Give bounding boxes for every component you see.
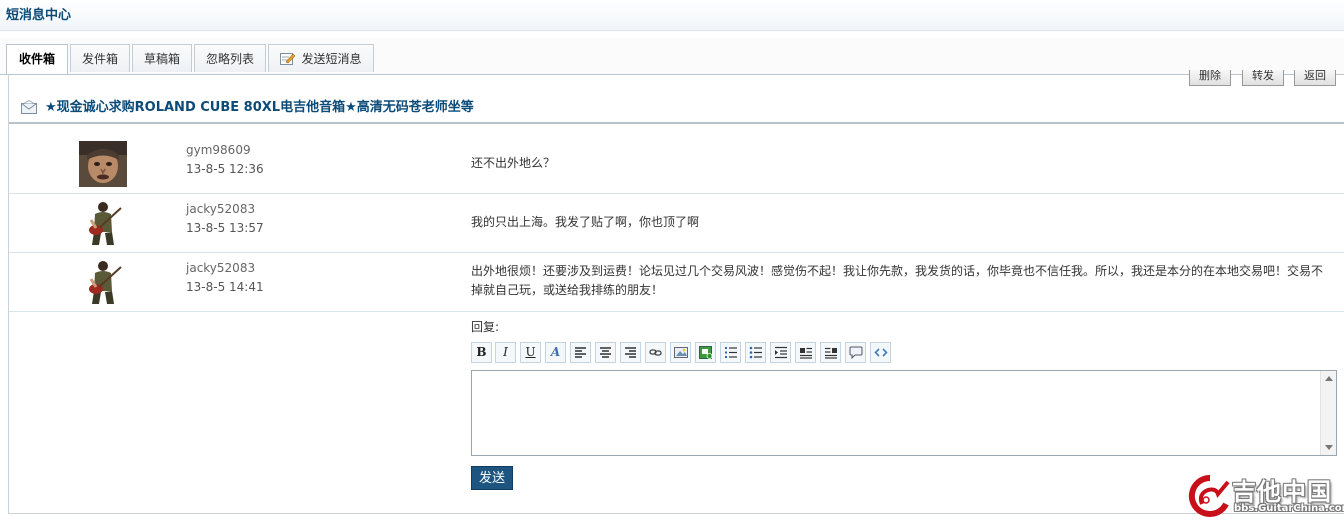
tab-strip: 收件箱 发件箱 草稿箱 忽略列表 发送短消息 [0,38,1344,75]
delete-button[interactable]: 删除 [1189,70,1231,86]
message-subject-text: ★现金诚心求购ROLAND CUBE 80XL电吉他音箱★高清无码苍老师坐等 [45,100,474,115]
reply-textarea[interactable] [471,370,1337,456]
avatar[interactable] [79,259,127,305]
message-panel: 删除 转发 返回 ★现金诚心求购ROLAND CUBE 80XL电吉他音箱★高清… [8,70,1344,514]
envelope-icon [21,99,38,121]
link-icon[interactable] [645,342,666,363]
unordered-list-icon[interactable] [745,342,766,363]
message-sender[interactable]: gym98609 [186,143,251,157]
page-title: 短消息中心 [6,8,72,23]
float-right-icon[interactable] [820,342,841,363]
code-icon[interactable] [870,342,891,363]
italic-icon[interactable]: I [495,342,516,363]
watermark-logo: 吉他中国 bbs.GuitarChina.com [1188,472,1344,518]
reply-label: 回复: [471,320,500,334]
message-sender[interactable]: jacky52083 [186,261,255,275]
message-row: jacky52083 13-8-5 13:57 我的只出上海。我发了贴了啊，你也… [9,194,1344,253]
quote-icon[interactable] [845,342,866,363]
ordered-list-icon[interactable] [720,342,741,363]
watermark-url: bbs.GuitarChina.com [1234,503,1344,514]
avatar[interactable] [79,141,127,187]
indent-icon[interactable] [770,342,791,363]
back-button[interactable]: 返回 [1294,70,1336,86]
font-color-icon[interactable]: A [545,342,566,363]
send-button[interactable]: 发送 [471,466,513,490]
top-bar: 短消息中心 [0,0,1344,31]
message-text: 我的只出上海。我发了贴了啊，你也顶了啊 [471,215,700,229]
bold-icon[interactable]: B [471,342,492,363]
scroll-up-icon[interactable] [1325,376,1333,381]
message-text: 还不出外地么？ [471,156,556,170]
insert-media-icon[interactable] [695,342,716,363]
message-row: jacky52083 13-8-5 14:41 出外地很烦！还要涉及到运费！论坛… [9,253,1344,312]
message-time: 13-8-5 12:36 [186,162,264,176]
message-time: 13-8-5 14:41 [186,280,264,294]
compose-icon [280,47,296,65]
float-left-icon[interactable] [795,342,816,363]
message-row: gym98609 13-8-5 12:36 还不出外地么？ [9,135,1344,194]
tab-send-message-label: 发送短消息 [301,52,362,66]
scroll-down-icon[interactable] [1325,445,1333,450]
avatar[interactable] [79,200,127,246]
message-text: 出外地很烦！还要涉及到运费！论坛见过几个交易风波！感觉伤不起！我让你先款，我发货… [471,264,1324,297]
message-time: 13-8-5 13:57 [186,221,264,235]
tab-drafts[interactable]: 草稿箱 [132,44,192,72]
tab-send-message[interactable]: 发送短消息 [268,44,374,72]
align-left-icon[interactable] [570,342,591,363]
watermark-text: 吉他中国 [1232,478,1332,506]
tab-outbox[interactable]: 发件箱 [70,44,130,72]
subject-divider [9,122,1344,124]
align-center-icon[interactable] [595,342,616,363]
guitar-logo-icon [1188,474,1230,517]
message-sender[interactable]: jacky52083 [186,202,255,216]
tab-ignore-list[interactable]: 忽略列表 [194,44,266,72]
tab-inbox[interactable]: 收件箱 [6,44,68,74]
image-icon[interactable] [670,342,691,363]
textarea-scrollbar[interactable] [1320,371,1336,455]
message-subject: ★现金诚心求购ROLAND CUBE 80XL电吉他音箱★高清无码苍老师坐等 [21,98,474,118]
underline-icon[interactable]: U [520,342,541,363]
forward-button[interactable]: 转发 [1242,70,1284,86]
align-right-icon[interactable] [620,342,641,363]
